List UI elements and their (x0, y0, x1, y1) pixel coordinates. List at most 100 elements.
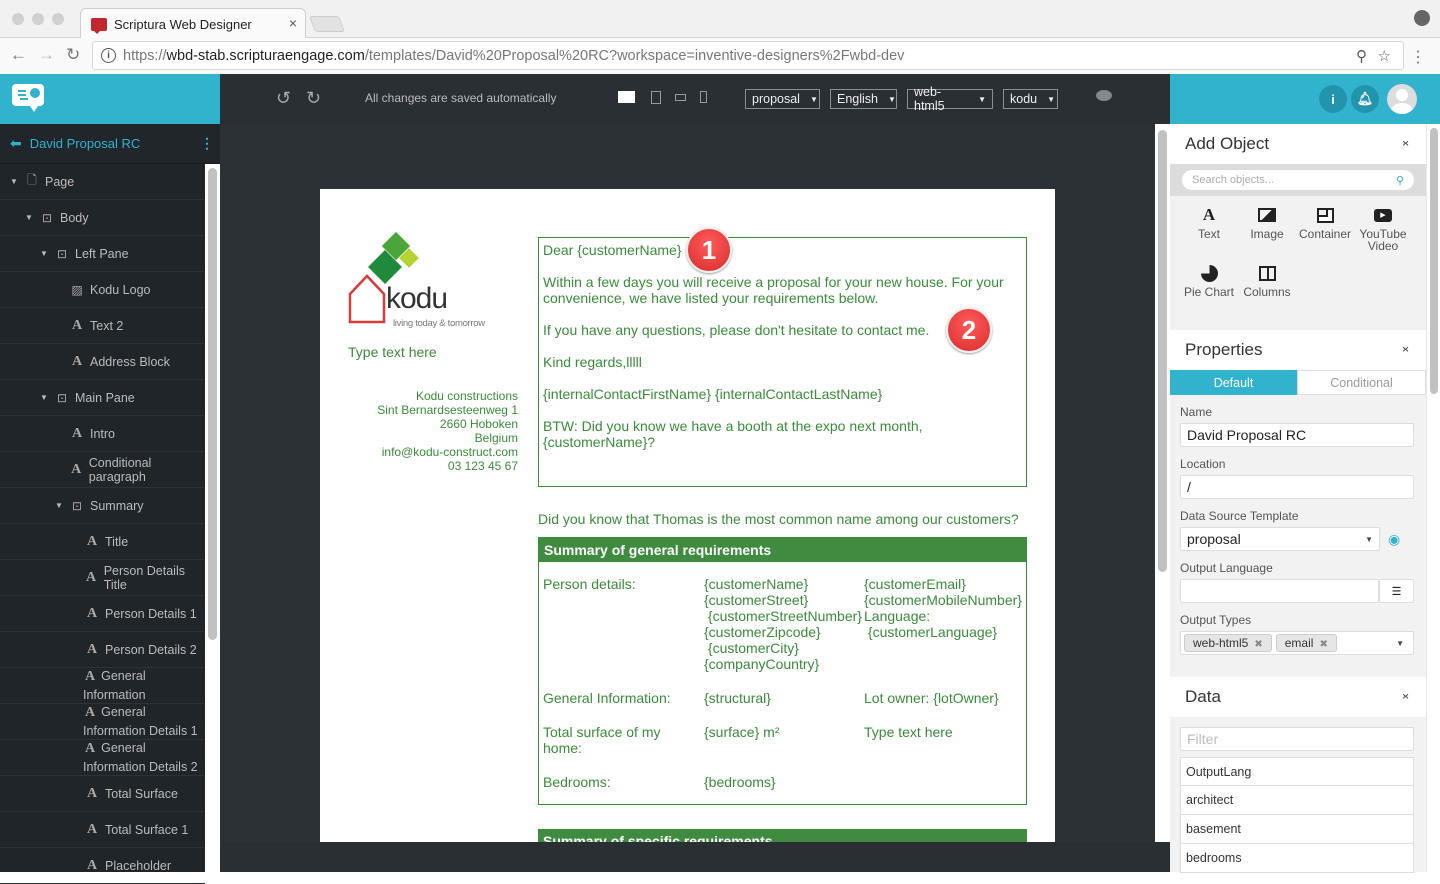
output-type-dropdown[interactable]: web-html5 ▼ (907, 85, 993, 113)
expand-caret-icon[interactable]: ▼ (25, 213, 33, 222)
window-close-button[interactable] (12, 13, 24, 25)
sidebar-item-total-surface[interactable]: A Total Surface (0, 776, 205, 812)
preview-eye-icon[interactable] (1096, 90, 1112, 101)
new-tab-button[interactable] (309, 16, 345, 32)
add-columns-object[interactable]: Columns (1238, 260, 1296, 318)
output-type-chip[interactable]: email ✖ (1275, 634, 1337, 652)
profile-icon[interactable] (1414, 10, 1430, 26)
output-type-chip[interactable]: web-html5 ✖ (1184, 634, 1272, 652)
address-block[interactable]: Kodu constructions Sint Bernardsesteenweg… (360, 389, 518, 473)
tablet-view-icon[interactable] (651, 91, 661, 104)
output-types-select[interactable]: web-html5 ✖ email ✖ ▼ (1180, 631, 1414, 655)
remove-icon[interactable]: ✖ (1319, 639, 1327, 650)
sidebar-item-person-details-2[interactable]: A Person Details 2 (0, 632, 205, 668)
data-field-item[interactable]: basement (1180, 815, 1414, 844)
text-2[interactable]: Type text here (348, 344, 437, 360)
add-data-icon[interactable]: ☰ (1379, 579, 1414, 603)
notifications-bell-icon[interactable]: 🔔︎ (1351, 85, 1379, 113)
undo-icon[interactable]: ↺ (276, 88, 291, 109)
sidebar-item-text-2[interactable]: A Text 2 (0, 308, 205, 344)
sidebar-item-main-pane[interactable]: ▼ ⊡ Main Pane (0, 380, 205, 416)
desktop-view-icon[interactable] (618, 91, 635, 103)
data-filter-input[interactable]: Filter (1180, 727, 1414, 751)
sidebar-item-total-surface-1[interactable]: A Total Surface 1 (0, 812, 205, 848)
search-objects-input[interactable]: Search objects... ⚲ (1182, 170, 1414, 190)
intro-text-block[interactable]: Dear {customerName} Within a few days yo… (538, 237, 1027, 487)
data-field-item[interactable]: bedrooms (1180, 844, 1414, 873)
sidebar-item-person-details-1[interactable]: A Person Details 1 (0, 596, 205, 632)
data-header[interactable]: Data ⌄ ⌃ (1170, 677, 1426, 717)
expand-caret-icon[interactable]: ▼ (55, 501, 63, 510)
window-minimize-button[interactable] (32, 13, 44, 25)
specific-summary-title[interactable]: Summary of specific requirements (538, 829, 1027, 842)
tab-close-icon[interactable]: × (289, 15, 297, 31)
expand-caret-icon[interactable]: ▼ (10, 177, 18, 186)
browser-tab[interactable]: Scriptura Web Designer × (80, 8, 306, 39)
sidebar-item-left-pane[interactable]: ▼ ⊡ Left Pane (0, 236, 205, 272)
scriptura-logo-icon[interactable] (12, 84, 44, 112)
sidebar-item-address-block[interactable]: A Address Block (0, 344, 205, 380)
add-text-object[interactable]: A Text (1180, 202, 1238, 260)
window-zoom-button[interactable] (52, 13, 64, 25)
data-field-item[interactable]: architect (1180, 786, 1414, 815)
info-icon[interactable]: i (101, 48, 116, 63)
canvas-scrollbar[interactable] (1155, 124, 1170, 842)
sidebar-item-person-details-title[interactable]: A Person Details Title (0, 560, 205, 596)
language-dropdown[interactable]: English ▼ (830, 89, 897, 109)
add-object-header[interactable]: Add Object ⌄ ⌃ (1170, 124, 1426, 164)
sidebar-item-general-information-details-2[interactable]: A General Information Details 2 (0, 740, 205, 776)
data-field-item[interactable]: OutputLang (1180, 757, 1414, 786)
tab-default[interactable]: Default (1170, 370, 1297, 395)
sidebar-item-intro[interactable]: A Intro (0, 416, 205, 452)
collapse-icon[interactable]: ⌄ ⌃ (1400, 133, 1411, 154)
properties-header[interactable]: Properties ⌄ ⌃ (1170, 330, 1426, 370)
output-language-field[interactable] (1180, 579, 1379, 603)
bookmark-star-icon[interactable]: ☆ (1378, 47, 1391, 65)
location-field[interactable]: / (1180, 475, 1414, 499)
forward-icon[interactable]: → (38, 45, 55, 65)
sidebar-scrollbar[interactable] (205, 164, 220, 872)
sidebar-item-title[interactable]: A Title (0, 524, 205, 560)
browser-menu-icon[interactable]: ⋮ (1410, 47, 1426, 67)
kodu-logo[interactable]: kodu living today & tomorrow (348, 231, 508, 334)
back-arrow-icon[interactable]: ⬅︎ (10, 135, 22, 152)
landscape-view-icon[interactable] (675, 94, 686, 101)
expand-caret-icon[interactable]: ▼ (40, 249, 48, 258)
expand-caret-icon[interactable]: ▼ (40, 393, 48, 402)
add-container-object[interactable]: Container (1296, 202, 1354, 260)
right-panel-scrollbar[interactable] (1426, 124, 1440, 872)
sidebar-item-kodu-logo[interactable]: ▨ Kodu Logo (0, 272, 205, 308)
sidebar-item-conditional-paragraph[interactable]: A Conditional paragraph (0, 452, 205, 488)
sidebar-item-page[interactable]: ▼ 🗋︎ Page (0, 164, 205, 200)
mobile-view-icon[interactable] (700, 91, 707, 103)
add-image-object[interactable]: Image (1238, 202, 1296, 260)
sidebar-item-general-information-details-1[interactable]: A General Information Details 1 (0, 704, 205, 740)
sidebar-item-summary[interactable]: ▼ ⊡ Summary (0, 488, 205, 524)
url-bar[interactable]: i https://wbd-stab.scripturaengage.com/t… (92, 41, 1404, 70)
name-field[interactable]: David Proposal RC (1180, 423, 1414, 447)
data-source-template-select[interactable]: proposal ▼ (1180, 527, 1380, 551)
collapse-icon[interactable]: ⌄ ⌃ (1400, 686, 1411, 707)
tab-conditional[interactable]: Conditional (1297, 370, 1426, 395)
collapse-icon[interactable]: ⌄ ⌃ (1400, 339, 1411, 360)
sidebar-item-placeholder[interactable]: A Placeholder (0, 848, 205, 884)
more-options-icon[interactable]: ⋮ (200, 135, 214, 152)
data-source-dropdown[interactable]: proposal ▼ (745, 89, 820, 109)
conditional-paragraph[interactable]: Did you know that Thomas is the most com… (538, 511, 1019, 527)
theme-dropdown[interactable]: kodu ▼ (1003, 89, 1058, 109)
add-pie-chart-object[interactable]: Pie Chart (1180, 260, 1238, 318)
eye-icon[interactable]: ◉ (1388, 531, 1400, 548)
info-button[interactable]: i (1319, 85, 1347, 113)
reload-icon[interactable]: ↻ (66, 45, 80, 65)
sidebar-item-general-information[interactable]: A General Information (0, 668, 205, 704)
key-icon[interactable]: ⚲ (1356, 47, 1367, 65)
add-youtube-object[interactable]: ▶ YouTube Video (1354, 202, 1412, 260)
redo-icon[interactable]: ↻ (306, 88, 321, 109)
back-icon[interactable]: ← (10, 45, 27, 65)
summary-container[interactable]: Summary of general requirements Person d… (538, 537, 1027, 805)
remove-icon[interactable]: ✖ (1254, 639, 1262, 650)
user-avatar[interactable] (1387, 84, 1417, 114)
document-page[interactable]: kodu living today & tomorrow Type text h… (320, 189, 1055, 842)
sidebar-item-body[interactable]: ▼ ⊡ Body (0, 200, 205, 236)
page-icon: 🗋︎ (27, 173, 37, 187)
